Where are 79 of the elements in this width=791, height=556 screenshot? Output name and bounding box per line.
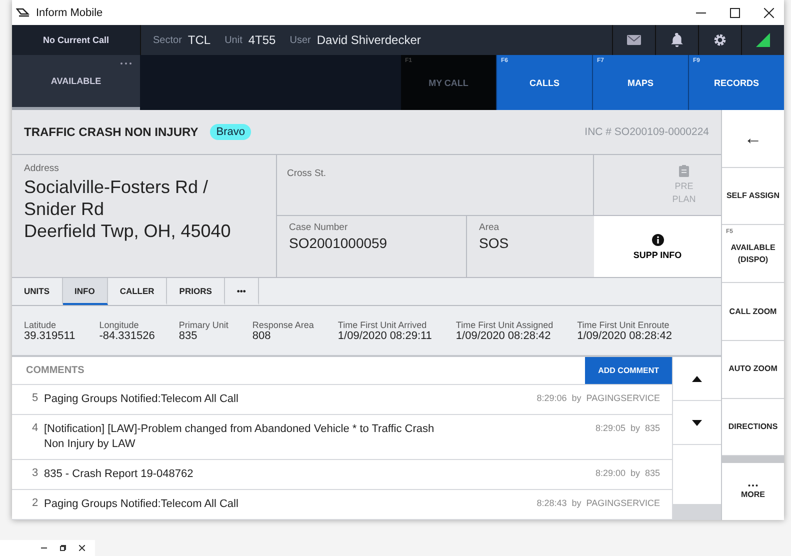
info-label: Primary Unit [178, 320, 228, 330]
info-value: 808 [252, 330, 271, 342]
info-value: 1/09/2020 08:28:42 [577, 330, 672, 342]
field-label: Address [24, 163, 60, 174]
more-icon [748, 484, 758, 488]
sidebar-button[interactable]: AUTO ZOOM [722, 340, 784, 399]
detail-tab[interactable]: ••• [224, 278, 259, 305]
comment-meta: 8:28:43 by PAGINGSERVICE [536, 497, 660, 508]
field-label: Area [479, 222, 500, 233]
back-button[interactable]: ← [722, 110, 784, 168]
sidebar-button[interactable]: CALL ZOOM [722, 283, 784, 341]
info-label: Response Area [252, 320, 314, 330]
restore-icon[interactable] [60, 545, 66, 551]
info-value: 835 [178, 330, 198, 342]
case-number: SO2001000059 [289, 235, 388, 251]
comment-meta: 8:29:06 by PAGINGSERVICE [536, 392, 660, 403]
info-label: Time First Unit Assigned [456, 320, 554, 330]
info-label: Latitude [24, 320, 58, 330]
info-value: 39.319511 [24, 330, 76, 342]
address-line: Snider Rd [24, 198, 106, 220]
comments-heading: COMMENTS [25, 365, 84, 376]
comment-number: 3 [32, 467, 40, 479]
field-label: Cross St. [287, 168, 326, 179]
detail-tab[interactable]: PRIORS [167, 278, 225, 305]
info-value: 1/09/2020 08:29:11 [338, 330, 432, 342]
address-line: Socialville-Fosters Rd / [24, 176, 210, 198]
header-value: 4T55 [248, 33, 276, 47]
header-label: Unit [224, 34, 242, 46]
incident-number: INC # SO200109-0000224 [584, 126, 709, 138]
incident-title: TRAFFIC CRASH NON INJURY [24, 125, 198, 139]
app-icon [16, 6, 30, 18]
comment-row[interactable]: 4 [Notification] [LAW]-Problem changed from Abandoned Vehicle * to Traffic Crash Non Injury by LAW 8:29:05 by 835 [12, 415, 672, 460]
info-value: 1/09/2020 08:28:42 [456, 330, 551, 342]
comment-number: 4 [32, 422, 40, 434]
maximize-icon[interactable] [730, 8, 740, 18]
info-label: Time First Unit Arrived [338, 320, 428, 330]
signal-icon [756, 33, 770, 47]
comment-row[interactable]: 3 835 - Crash Report 19-048762 8:29:00 by 835 [12, 460, 672, 490]
supp-info-button[interactable]: SUPP INFO [594, 216, 721, 277]
bell-icon [670, 33, 684, 47]
comment-text: Paging Groups Notified:Telecom All Call [44, 497, 240, 512]
comment-row[interactable]: 5 Paging Groups Notified:Telecom All Call 8:29:06 by PAGINGSERVICE [12, 385, 672, 415]
info-label: Time First Unit Enroute [577, 320, 670, 330]
comment-number: 2 [32, 497, 40, 509]
info-icon [652, 234, 664, 246]
comment-text: [Notification] [LAW]-Problem changed from Abandoned Vehicle * to Traffic Crash Non Injury by LAW [44, 422, 436, 452]
comment-number: 5 [32, 392, 40, 404]
more-button[interactable]: MORE [722, 463, 784, 520]
status-tab[interactable]: AVAILABLE [12, 55, 140, 110]
caret-up-icon [692, 376, 702, 382]
info-value: -84.331526 [99, 330, 155, 342]
field-label: Case Number [289, 222, 349, 233]
info-label: Longitude [99, 320, 139, 330]
comment-text: 835 - Crash Report 19-048762 [44, 467, 194, 482]
header-label: Sector [153, 34, 182, 46]
minimize-icon[interactable] [41, 545, 47, 551]
window-title: Inform Mobile [36, 6, 103, 18]
header-value: TCL [188, 33, 211, 47]
mail-icon [627, 33, 641, 47]
comment-meta: 8:29:00 by 835 [595, 467, 660, 478]
comment-text: Paging Groups Notified:Telecom All Call [44, 392, 240, 407]
header-label: User [290, 34, 311, 46]
current-call-panel: No Current Call [12, 25, 141, 55]
address-line: Deerfield Twp, OH, 45040 [24, 220, 232, 242]
detail-tab[interactable]: INFO [62, 278, 108, 305]
add-comment-button[interactable]: ADD COMMENT [585, 357, 672, 384]
area-value: SOS [479, 235, 510, 251]
comment-meta: 8:29:05 by 835 [595, 422, 660, 433]
detail-tab[interactable]: CALLER [108, 278, 168, 305]
priority-tag: Bravo [210, 124, 251, 140]
comment-row[interactable]: 2 Paging Groups Notified:Telecom All Call 8:28:43 by PAGINGSERVICE [12, 490, 672, 520]
clipboard-icon [679, 165, 689, 177]
settings-icon [713, 33, 727, 47]
close-icon[interactable] [764, 8, 774, 18]
header-value: David Shiverdecker [316, 33, 421, 47]
more-icon[interactable] [120, 62, 132, 65]
caret-down-icon [692, 420, 702, 426]
close-icon[interactable] [79, 545, 85, 551]
sidebar-button[interactable]: SELF ASSIGN [722, 168, 784, 226]
